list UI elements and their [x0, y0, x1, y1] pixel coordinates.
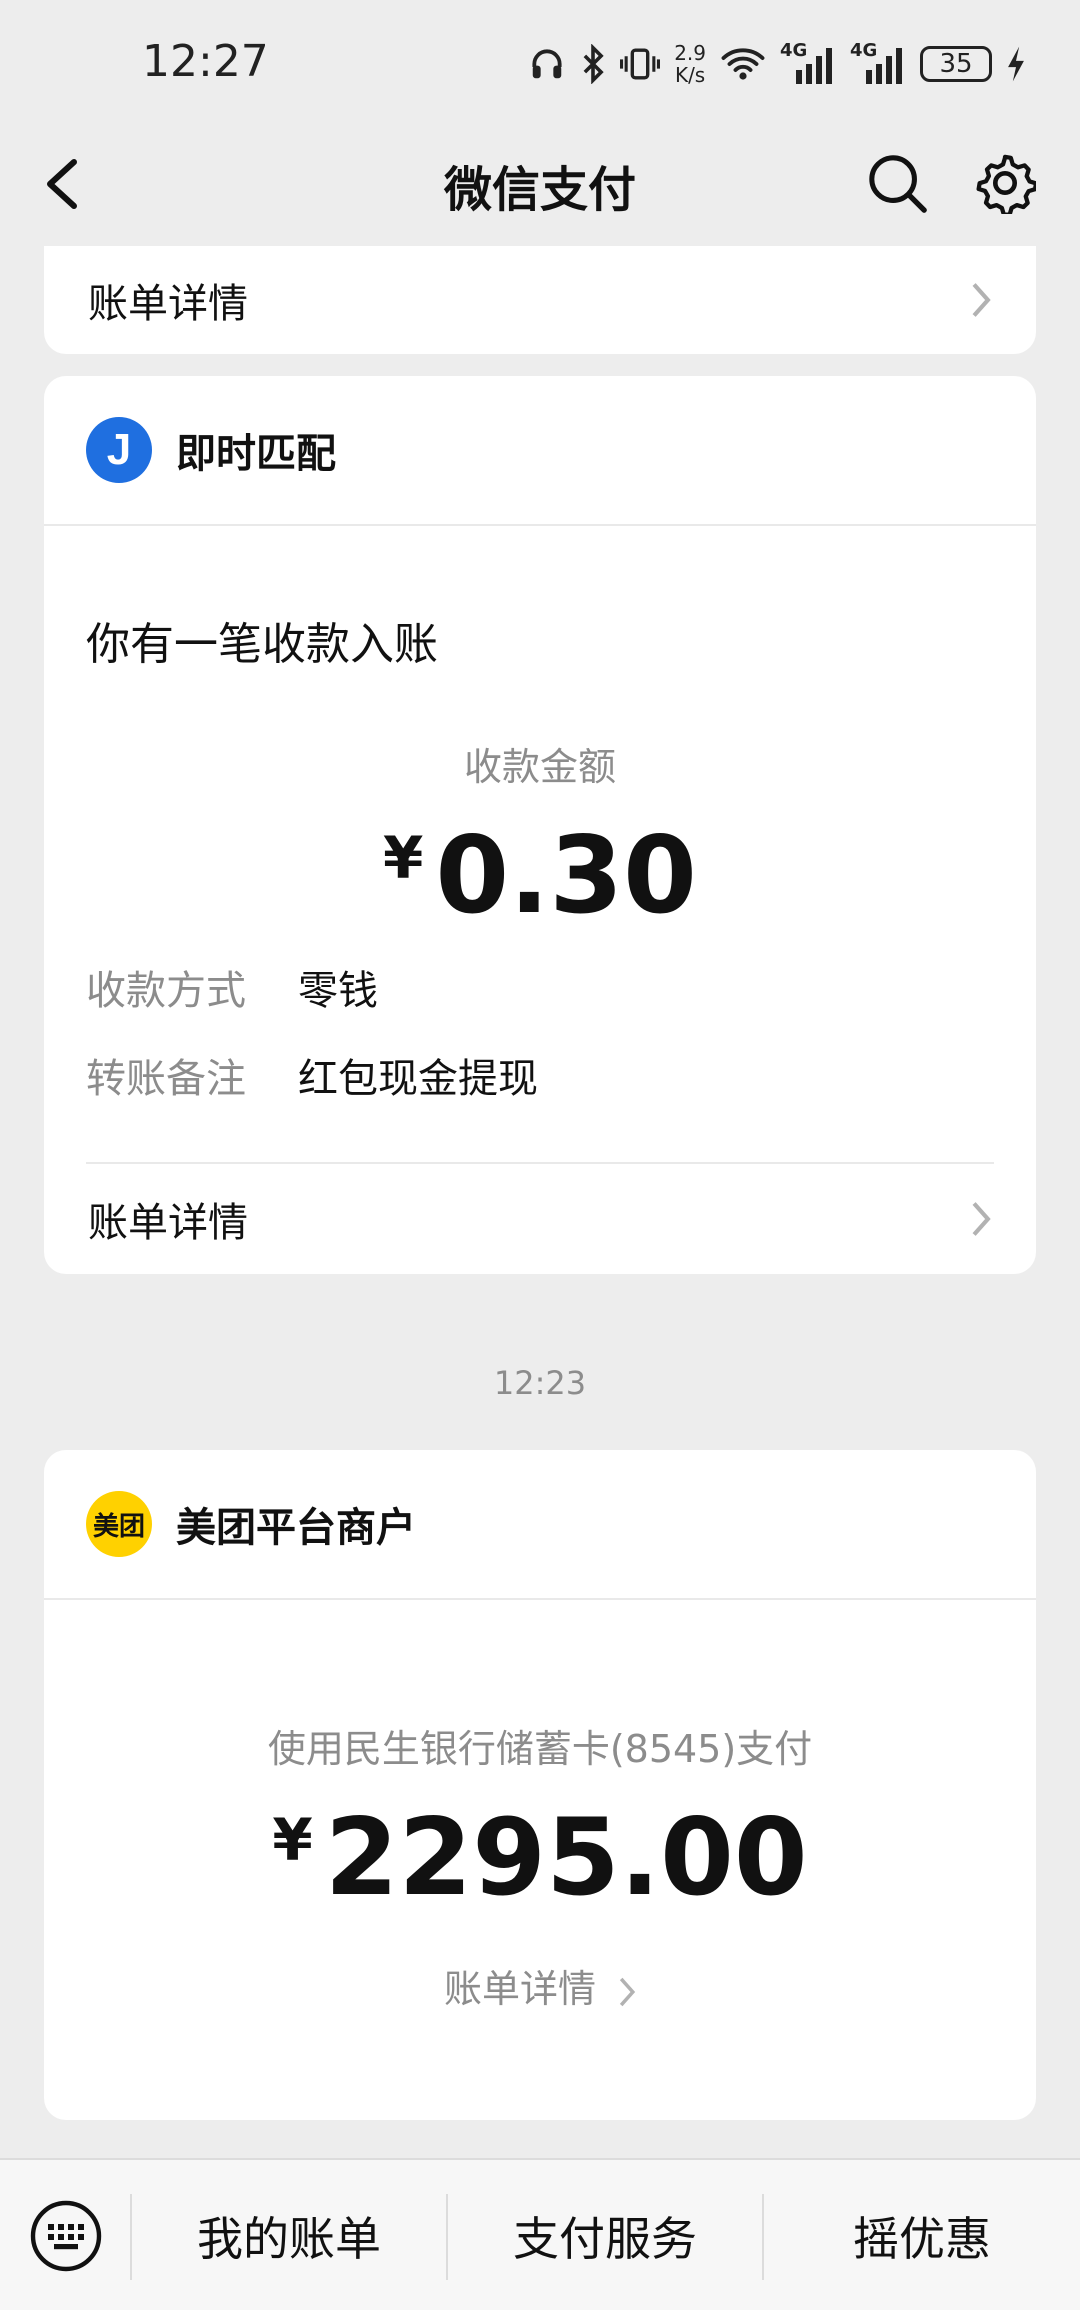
field-value: 红包现金提现: [298, 1056, 538, 1102]
charging-icon: [1008, 46, 1024, 82]
signal-label: 4G: [780, 40, 808, 61]
net-speed-unit: K/s: [674, 63, 706, 87]
bill-detail-label: 账单详情: [443, 1967, 596, 2011]
amount-label: 收款金额: [463, 745, 616, 789]
net-speed-value: 2.9: [674, 41, 706, 65]
bill-detail-link[interactable]: 账单详情: [44, 1958, 1036, 2013]
merchant-name: 即时匹配: [176, 431, 336, 477]
keyboard-icon[interactable]: [30, 2200, 102, 2272]
previous-message-card: 账单详情: [44, 246, 1036, 354]
field-value: 零钱: [298, 968, 378, 1014]
bluetooth-icon: [583, 44, 604, 84]
battery-icon: 35: [920, 46, 992, 82]
chevron-right-icon: [619, 1977, 636, 2006]
card-header[interactable]: J 即时匹配: [44, 376, 1036, 526]
bill-detail-label: 账单详情: [88, 281, 248, 327]
transfer-received-card: J 即时匹配 你有一笔收款入账 收款金额 ¥0.30 收款方式 零钱 转账备注 …: [44, 376, 1036, 1274]
wifi-icon: [721, 48, 765, 80]
currency-symbol: ¥: [272, 1806, 313, 1874]
merchant-logo: J: [86, 417, 152, 483]
payment-method: 使用民生银行储蓄卡(8545)支付: [267, 1727, 813, 1771]
menu-shake-offers[interactable]: 摇优惠: [764, 2160, 1080, 2310]
menu-payment-services[interactable]: 支付服务: [448, 2160, 762, 2310]
chevron-right-icon: [972, 283, 991, 317]
field-key: 转账备注: [86, 1056, 246, 1102]
gear-icon[interactable]: [974, 152, 1036, 214]
bill-detail-row[interactable]: 账单详情: [88, 1164, 992, 1274]
currency-symbol: ¥: [383, 824, 424, 892]
headphones-icon: [532, 49, 562, 79]
field-key: 收款方式: [86, 968, 246, 1014]
bill-detail-row[interactable]: 账单详情: [88, 246, 992, 354]
field-row: 收款方式 零钱: [86, 958, 378, 1016]
amount-value: 0.30: [435, 814, 697, 937]
vibrate-icon: [620, 48, 661, 80]
merchant-logo: 美团: [86, 1491, 152, 1557]
chevron-right-icon: [972, 1202, 991, 1236]
menu-my-bills[interactable]: 我的账单: [132, 2160, 446, 2310]
net-speed: 2.9 K/s: [674, 42, 706, 86]
notice-title: 你有一笔收款入账: [86, 619, 438, 670]
signal-icon: 4G: [780, 40, 836, 84]
merchant-name: 美团平台商户: [176, 1505, 416, 1551]
status-time: 12:27: [142, 36, 269, 87]
amount: ¥2295.00: [44, 1796, 1036, 1919]
message-timestamp: 12:23: [493, 1364, 587, 1402]
signal-icon: 4G: [850, 40, 906, 84]
amount-value: 2295.00: [324, 1796, 808, 1919]
signal-label: 4G: [850, 40, 878, 61]
nav-bar: 微信支付: [0, 120, 1080, 246]
status-bar: 12:27 2.9 K/s 4G 4G 35: [0, 0, 1080, 120]
bottom-menu-bar: 我的账单 支付服务 摇优惠: [0, 2158, 1080, 2310]
card-header[interactable]: 美团 美团平台商户: [44, 1450, 1036, 1600]
payment-card[interactable]: 美团 美团平台商户 使用民生银行储蓄卡(8545)支付 ¥2295.00 账单详…: [44, 1450, 1036, 2120]
search-icon[interactable]: [866, 152, 928, 214]
status-icons: 2.9 K/s 4G 4G 35: [528, 36, 1026, 92]
field-row: 转账备注 红包现金提现: [86, 1046, 538, 1104]
bill-detail-label: 账单详情: [88, 1200, 248, 1246]
amount: ¥0.30: [44, 814, 1036, 937]
